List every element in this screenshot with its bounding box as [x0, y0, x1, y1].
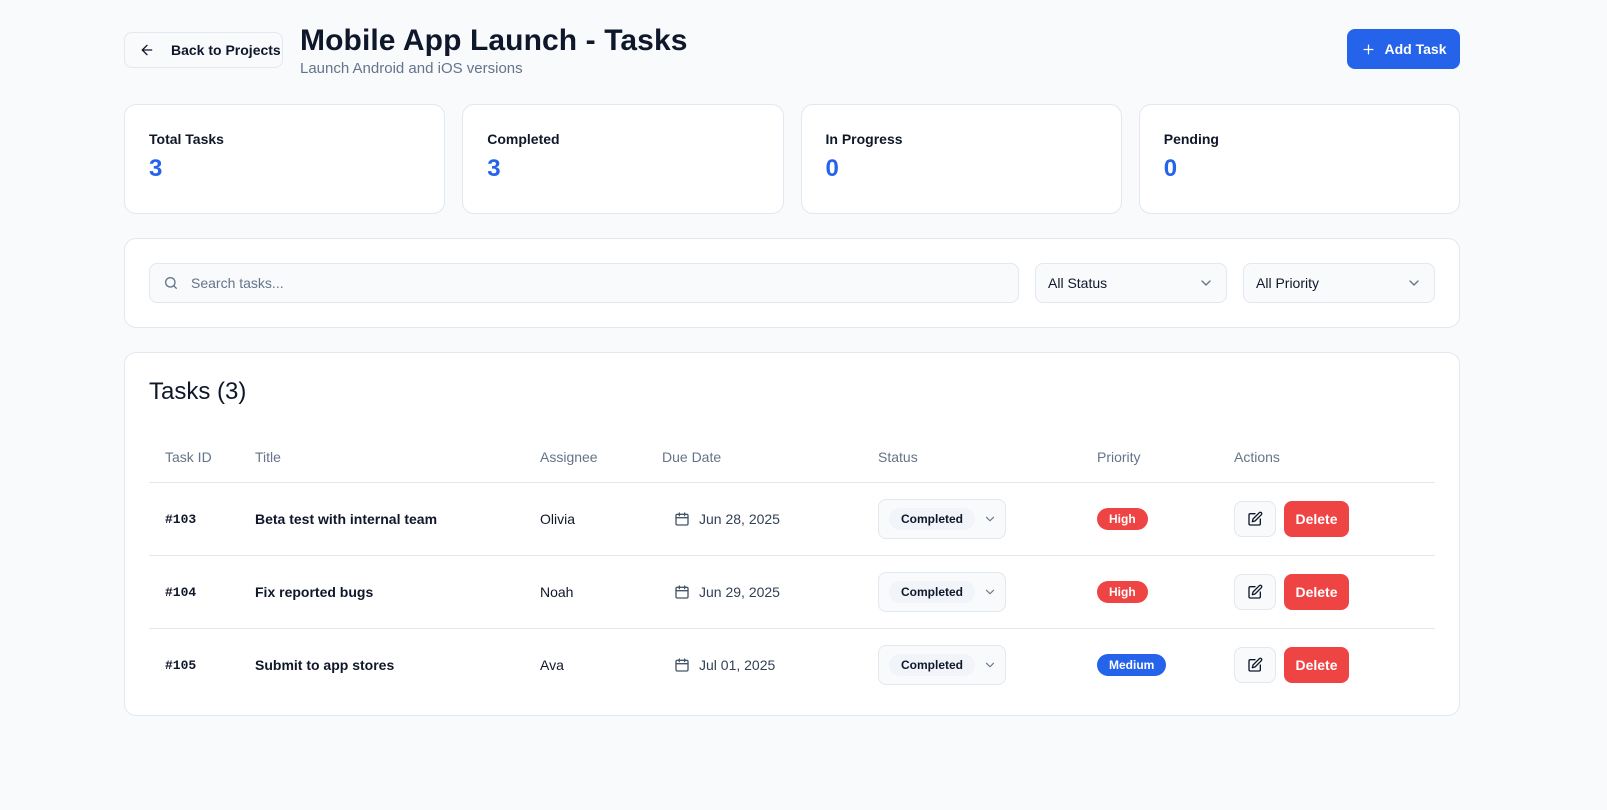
priority-filter-select[interactable]: All Priority: [1243, 263, 1435, 303]
task-title: Submit to app stores: [255, 656, 395, 673]
edit-icon: [1248, 584, 1263, 599]
column-header-status: Status: [878, 433, 1097, 483]
row-actions: Delete: [1234, 573, 1435, 610]
status-select[interactable]: Completed: [878, 498, 1006, 539]
delete-task-button[interactable]: Delete: [1284, 646, 1349, 683]
stat-label: Completed: [487, 131, 560, 147]
task-assignee: Ava: [540, 656, 564, 673]
page-title: Mobile App Launch - Tasks: [300, 24, 688, 57]
calendar-icon: [675, 511, 689, 526]
delete-task-button[interactable]: Delete: [1284, 500, 1349, 537]
column-header-assignee: Assignee: [540, 433, 662, 483]
back-to-projects-button[interactable]: Back to Projects: [124, 32, 283, 68]
task-assignee: Noah: [540, 583, 574, 600]
title-group: Mobile App Launch - Tasks Launch Android…: [300, 24, 688, 77]
stat-value: 3: [149, 155, 163, 182]
task-due-date: Jun 28, 2025: [662, 511, 878, 527]
stat-value: 3: [487, 155, 501, 182]
stat-card-pending: Pending 0: [1138, 104, 1460, 214]
stat-value: 0: [825, 155, 839, 182]
task-id: #103: [165, 512, 197, 527]
edit-icon: [1248, 657, 1263, 672]
task-due-date: Jul 01, 2025: [662, 657, 878, 673]
chevron-down-icon: [985, 662, 995, 668]
due-date-text: Jun 28, 2025: [699, 510, 780, 527]
filter-bar: All Status All Priority: [124, 238, 1460, 328]
search-input[interactable]: [191, 275, 1018, 291]
task-id: #104: [165, 585, 197, 600]
due-date-text: Jul 01, 2025: [699, 656, 776, 673]
column-header-due-date: Due Date: [662, 433, 878, 483]
status-select[interactable]: Completed: [878, 571, 1006, 612]
task-title: Beta test with internal team: [255, 510, 438, 527]
add-task-label: Add Task: [1384, 41, 1447, 57]
priority-badge: High: [1097, 580, 1148, 603]
stat-card-in-progress: In Progress 0: [800, 104, 1122, 214]
table-header-row: Task ID Title Assignee Due Date Status P…: [149, 433, 1435, 483]
page-subtitle: Launch Android and iOS versions: [300, 60, 523, 77]
table-row: #104 Fix reported bugs Noah Jun 29, 2025…: [149, 554, 1435, 628]
edit-task-button[interactable]: [1234, 646, 1276, 683]
table-row: #103 Beta test with internal team Olivia…: [149, 482, 1435, 555]
calendar-icon: [675, 658, 689, 672]
edit-icon: [1248, 511, 1263, 526]
task-due-date: Jun 29, 2025: [662, 584, 878, 600]
row-actions: Delete: [1234, 646, 1435, 683]
delete-task-button[interactable]: Delete: [1284, 573, 1349, 610]
priority-badge: High: [1097, 507, 1148, 530]
priority-badge: Medium: [1097, 653, 1167, 676]
status-select[interactable]: Completed: [878, 644, 1006, 685]
column-header-task-id: Task ID: [149, 433, 255, 483]
search-box[interactable]: [149, 263, 1019, 303]
page-header: Back to Projects Mobile App Launch - Tas…: [124, 24, 1460, 80]
tasks-heading: Tasks (3): [149, 378, 247, 405]
stat-label: In Progress: [825, 131, 903, 147]
plus-icon: [1363, 44, 1373, 54]
stat-card-completed: Completed 3: [462, 104, 784, 214]
priority-filter-value: All Priority: [1256, 275, 1320, 291]
status-pill: Completed: [889, 507, 976, 530]
status-filter-select[interactable]: All Status: [1035, 263, 1227, 303]
column-header-priority: Priority: [1097, 433, 1234, 483]
status-pill: Completed: [889, 653, 976, 676]
edit-task-button[interactable]: [1234, 500, 1276, 537]
column-header-actions: Actions: [1234, 433, 1435, 483]
stat-label: Pending: [1163, 131, 1219, 147]
tasks-table: Task ID Title Assignee Due Date Status P…: [149, 433, 1435, 701]
task-title: Fix reported bugs: [255, 583, 374, 600]
chevron-down-icon: [985, 516, 995, 521]
edit-task-button[interactable]: [1234, 573, 1276, 610]
calendar-icon: [675, 584, 689, 599]
add-task-button[interactable]: Add Task: [1347, 29, 1460, 69]
task-assignee: Olivia: [540, 510, 576, 527]
column-header-title: Title: [255, 433, 540, 483]
back-button-label: Back to Projects: [171, 42, 281, 58]
status-filter-value: All Status: [1048, 275, 1108, 291]
chevron-down-icon: [1409, 280, 1419, 286]
task-id: #105: [165, 658, 197, 674]
stat-label: Total Tasks: [149, 131, 224, 147]
search-icon: [165, 277, 177, 289]
chevron-down-icon: [1201, 280, 1211, 286]
table-row: #105 Submit to app stores Ava Jul 01, 20…: [149, 627, 1435, 701]
chevron-down-icon: [985, 589, 995, 594]
stat-value: 0: [1163, 155, 1178, 182]
tasks-card: Tasks (3) Task ID Title Assignee Due Dat…: [124, 352, 1460, 716]
page: Back to Projects Mobile App Launch - Tas…: [124, 24, 1460, 716]
row-actions: Delete: [1234, 500, 1435, 537]
stat-card-total: Total Tasks 3: [124, 104, 446, 214]
status-pill: Completed: [889, 580, 976, 603]
arrow-left-icon: [141, 44, 153, 56]
due-date-text: Jun 29, 2025: [699, 583, 780, 600]
stats-row: Total Tasks 3 Completed 3 In Progress 0 …: [124, 104, 1460, 214]
